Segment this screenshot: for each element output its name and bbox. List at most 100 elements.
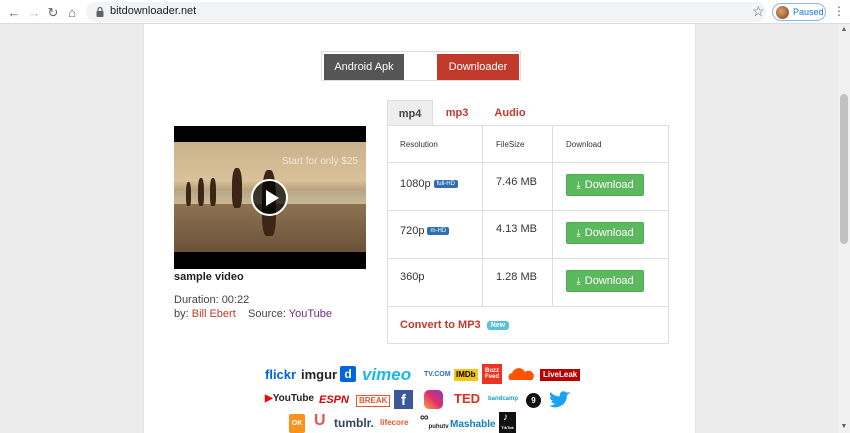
resolution-value: 1080p (400, 178, 431, 190)
espn-logo: ESPN (319, 394, 349, 406)
udemy-logo: U (314, 412, 326, 429)
liveleak-logo: LiveLeak (540, 369, 581, 381)
buzzfeed-logo: Buzz Feed (482, 364, 502, 384)
soundcloud-icon (508, 368, 534, 380)
source-label: Source: (248, 308, 286, 320)
source-link[interactable]: YouTube (289, 308, 332, 320)
lifecore-logo: lifecore (380, 418, 409, 427)
download-label: Download (584, 275, 634, 287)
header-resolution: Resolution (400, 140, 438, 149)
filesize-value: 4.13 MB (496, 223, 537, 235)
break-logo: BREAK (356, 395, 391, 407)
header-download: Download (566, 140, 602, 149)
odnoklassniki-logo: OK (289, 414, 305, 433)
download-icon: ⤓ (576, 228, 581, 239)
column-divider (552, 126, 553, 306)
convert-to-mp3-link[interactable]: Convert to MP3 New (400, 319, 510, 331)
download-button-1080p[interactable]: ⤓ Download (566, 174, 644, 196)
puhu-eyes-icon: ∞ (420, 410, 429, 424)
tiktok-note-icon: ♪ (503, 412, 508, 423)
new-badge: New (486, 320, 510, 330)
supported-sites: flickr imgur d vimeo TV.COM IMDb Buzz Fe… (244, 364, 604, 433)
row-divider (388, 210, 668, 211)
facebook-logo: f (394, 390, 413, 409)
avatar (776, 6, 789, 19)
resolution-value: 360p (400, 271, 425, 283)
play-icon[interactable] (251, 179, 288, 216)
thumbnail-runner (186, 182, 191, 206)
author-link[interactable]: Bill Ebert (192, 308, 236, 320)
vertical-scrollbar[interactable]: ▲ ▼ (838, 24, 850, 433)
video-meta: by: Bill Ebert Source: YouTube (174, 308, 332, 320)
download-label: Download (584, 179, 634, 191)
download-icon: ⤓ (576, 276, 581, 287)
lock-icon (96, 6, 104, 17)
ninegag-logo: 9 (526, 393, 541, 408)
video-duration: Duration: 00:22 (174, 294, 250, 306)
thumbnail-overlay-text: Start for only $25 (281, 156, 358, 167)
tvcom-logo: TV.COM (424, 371, 451, 378)
tab-mp3[interactable]: mp3 (439, 100, 475, 126)
resolution-value: 720p (400, 225, 425, 237)
thumbnail-runner (210, 178, 216, 206)
quality-badge: m-HD (427, 227, 450, 236)
profile-status: Paused (793, 7, 824, 17)
bookmark-star-icon[interactable]: ☆ (752, 3, 765, 20)
ted-logo: TED (454, 391, 480, 406)
filesize-value: 1.28 MB (496, 271, 537, 283)
youtube-play-icon: ▶ (265, 393, 273, 404)
bandcamp-logo: bandcamp (488, 396, 519, 402)
tab-mp4[interactable]: mp4 (387, 100, 433, 126)
imgur-logo: imgur (301, 367, 338, 382)
tiktok-label: TikTok (501, 425, 514, 430)
more-menu-icon[interactable]: ⋮ (833, 4, 845, 18)
mode-switch: Android Apk Downloader (321, 51, 521, 81)
download-label: Download (584, 227, 634, 239)
video-title: sample video (174, 271, 244, 283)
scroll-up-arrow-icon[interactable]: ▲ (838, 24, 850, 36)
address-bar[interactable]: bitdownloader.net (86, 2, 766, 22)
youtube-label: YouTube (272, 393, 314, 404)
row-divider (388, 306, 668, 307)
home-icon[interactable]: ⌂ (64, 4, 80, 20)
scroll-down-arrow-icon[interactable]: ▼ (838, 421, 850, 433)
video-player[interactable]: Start for only $25 (174, 126, 366, 269)
page-content: Android Apk Downloader Start for only $2… (143, 24, 696, 433)
twitter-icon (549, 391, 571, 408)
convert-label: Convert to MP3 (400, 319, 481, 331)
tiktok-logo: ♪ TikTok (499, 412, 516, 433)
header-filesize: FileSize (496, 140, 525, 149)
browser-toolbar: ← → ↻ ⌂ bitdownloader.net ☆ Paused ⋮ (0, 0, 850, 24)
instagram-icon (424, 390, 443, 409)
table-row-resolution: 720p m-HD (400, 225, 450, 237)
youtube-logo: ▶YouTube (265, 394, 314, 404)
flickr-logo: flickr (265, 367, 297, 382)
profile-button[interactable]: Paused (772, 3, 826, 21)
thumbnail-runner (198, 178, 204, 206)
thumbnail-runner (232, 168, 242, 208)
puhutv-logo: ∞puhutv (420, 411, 449, 430)
by-label: by: (174, 308, 189, 320)
dailymotion-logo: d (340, 366, 356, 382)
android-apk-button[interactable]: Android Apk (324, 54, 404, 80)
downloader-button[interactable]: Downloader (437, 54, 519, 80)
forward-icon[interactable]: → (26, 4, 42, 20)
download-button-360p[interactable]: ⤓ Download (566, 270, 644, 292)
table-row-resolution: 1080p full-HD (400, 178, 458, 190)
download-icon: ⤓ (576, 180, 581, 191)
reload-icon[interactable]: ↻ (45, 4, 61, 20)
row-divider (388, 162, 668, 163)
filesize-value: 7.46 MB (496, 176, 537, 188)
mashable-logo: Mashable (450, 419, 496, 430)
download-table: Resolution FileSize Download 1080p full-H… (387, 125, 669, 344)
puhu-label: puhutv (428, 424, 449, 430)
tumblr-logo: tumblr. (334, 416, 375, 430)
quality-badge: full-HD (433, 180, 458, 189)
column-divider (482, 126, 483, 306)
page-viewport: Android Apk Downloader Start for only $2… (0, 24, 838, 433)
back-icon[interactable]: ← (6, 4, 22, 20)
download-button-720p[interactable]: ⤓ Download (566, 222, 644, 244)
tab-audio[interactable]: Audio (487, 100, 533, 126)
address-url: bitdownloader.net (110, 5, 197, 17)
scrollbar-thumb[interactable] (840, 94, 848, 244)
